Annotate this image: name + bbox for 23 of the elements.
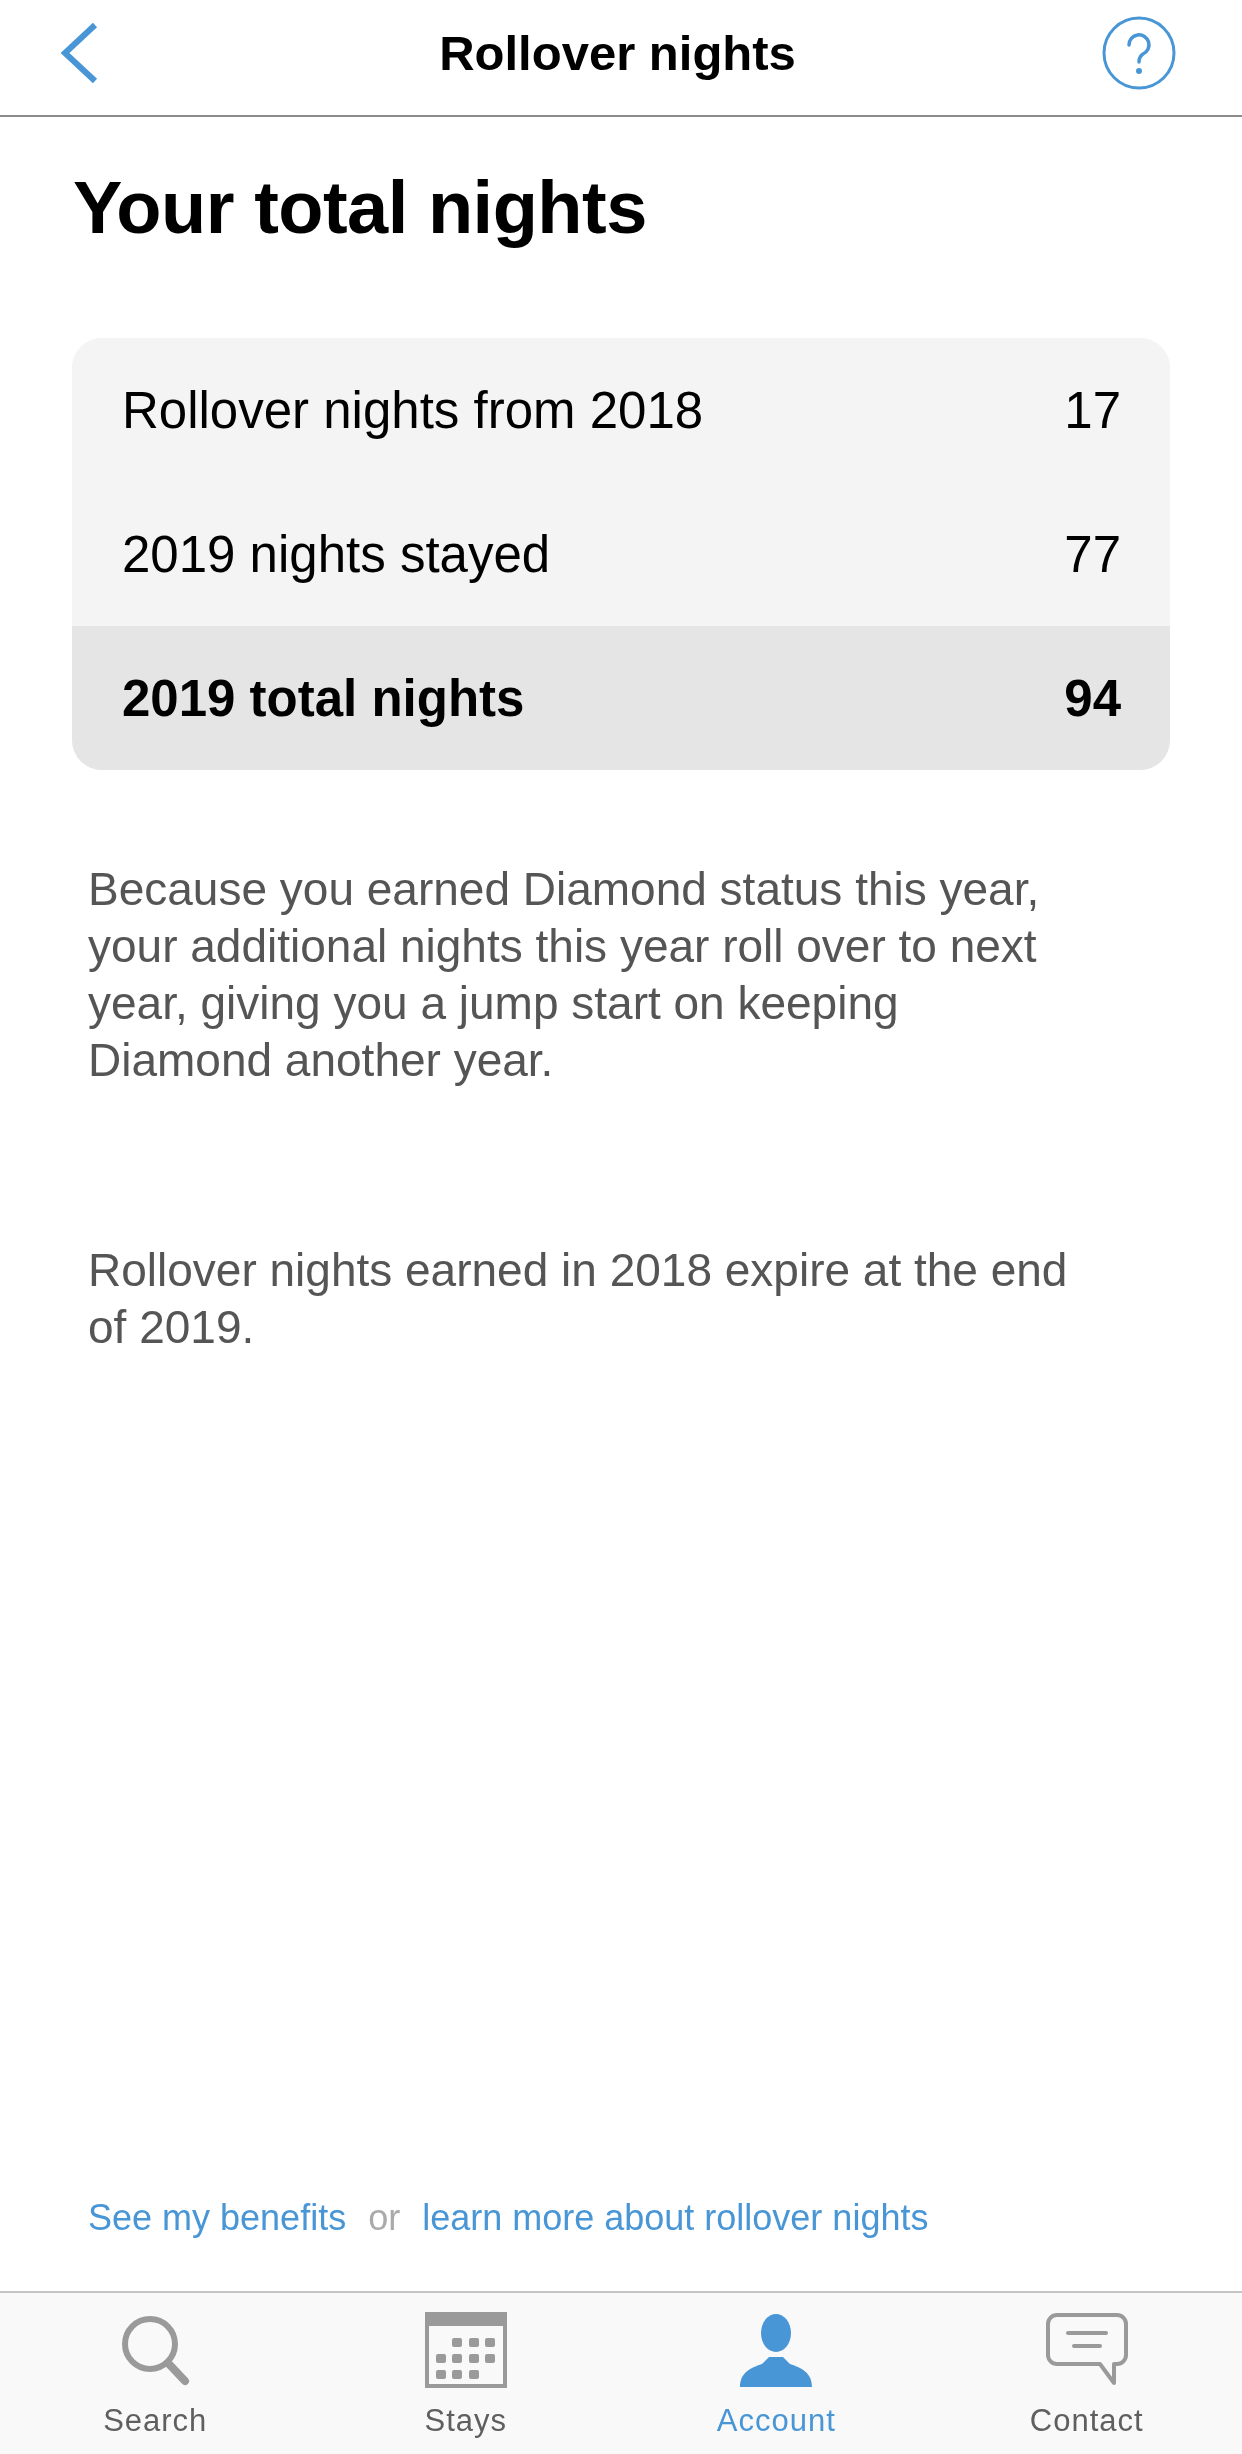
text-link[interactable]: learn more about rollover nights [422,2196,929,2240]
row-label: 2019 nights stayed [122,524,551,584]
row-label: 2019 total nights [122,668,525,728]
help-button[interactable] [1102,15,1176,90]
back-button[interactable] [59,21,99,84]
page-heading: Your total nights [73,165,647,251]
row-value: 77 [1064,524,1121,584]
search-icon [120,2314,191,2386]
separator-text: or [368,2196,401,2240]
chevron-left-icon [59,21,99,84]
row-label: Rollover nights from 2018 [122,380,704,440]
row-value: 17 [1064,380,1121,440]
screen-title: Rollover nights [439,24,796,81]
tab-bar-item[interactable]: Contact [1029,2293,1144,2454]
tab-bar-item[interactable]: Search [103,2293,208,2454]
row-value: 94 [1064,668,1121,728]
info-paragraph: Rollover nights earned in 2018 expire at the end of 2019. [88,1243,1069,1355]
info-paragraph: Because you earned Diamond status this year, your additional nights this year roll over to next year, giving you a jump start on keeping Diamond another year. [88,862,1041,1088]
tab-bar-item[interactable]: Stays [424,2293,507,2454]
help-icon [1102,15,1176,90]
speech-bubble-icon [1045,2313,1128,2387]
text-link[interactable]: See my benefits [88,2196,347,2240]
person-icon [740,2313,813,2387]
